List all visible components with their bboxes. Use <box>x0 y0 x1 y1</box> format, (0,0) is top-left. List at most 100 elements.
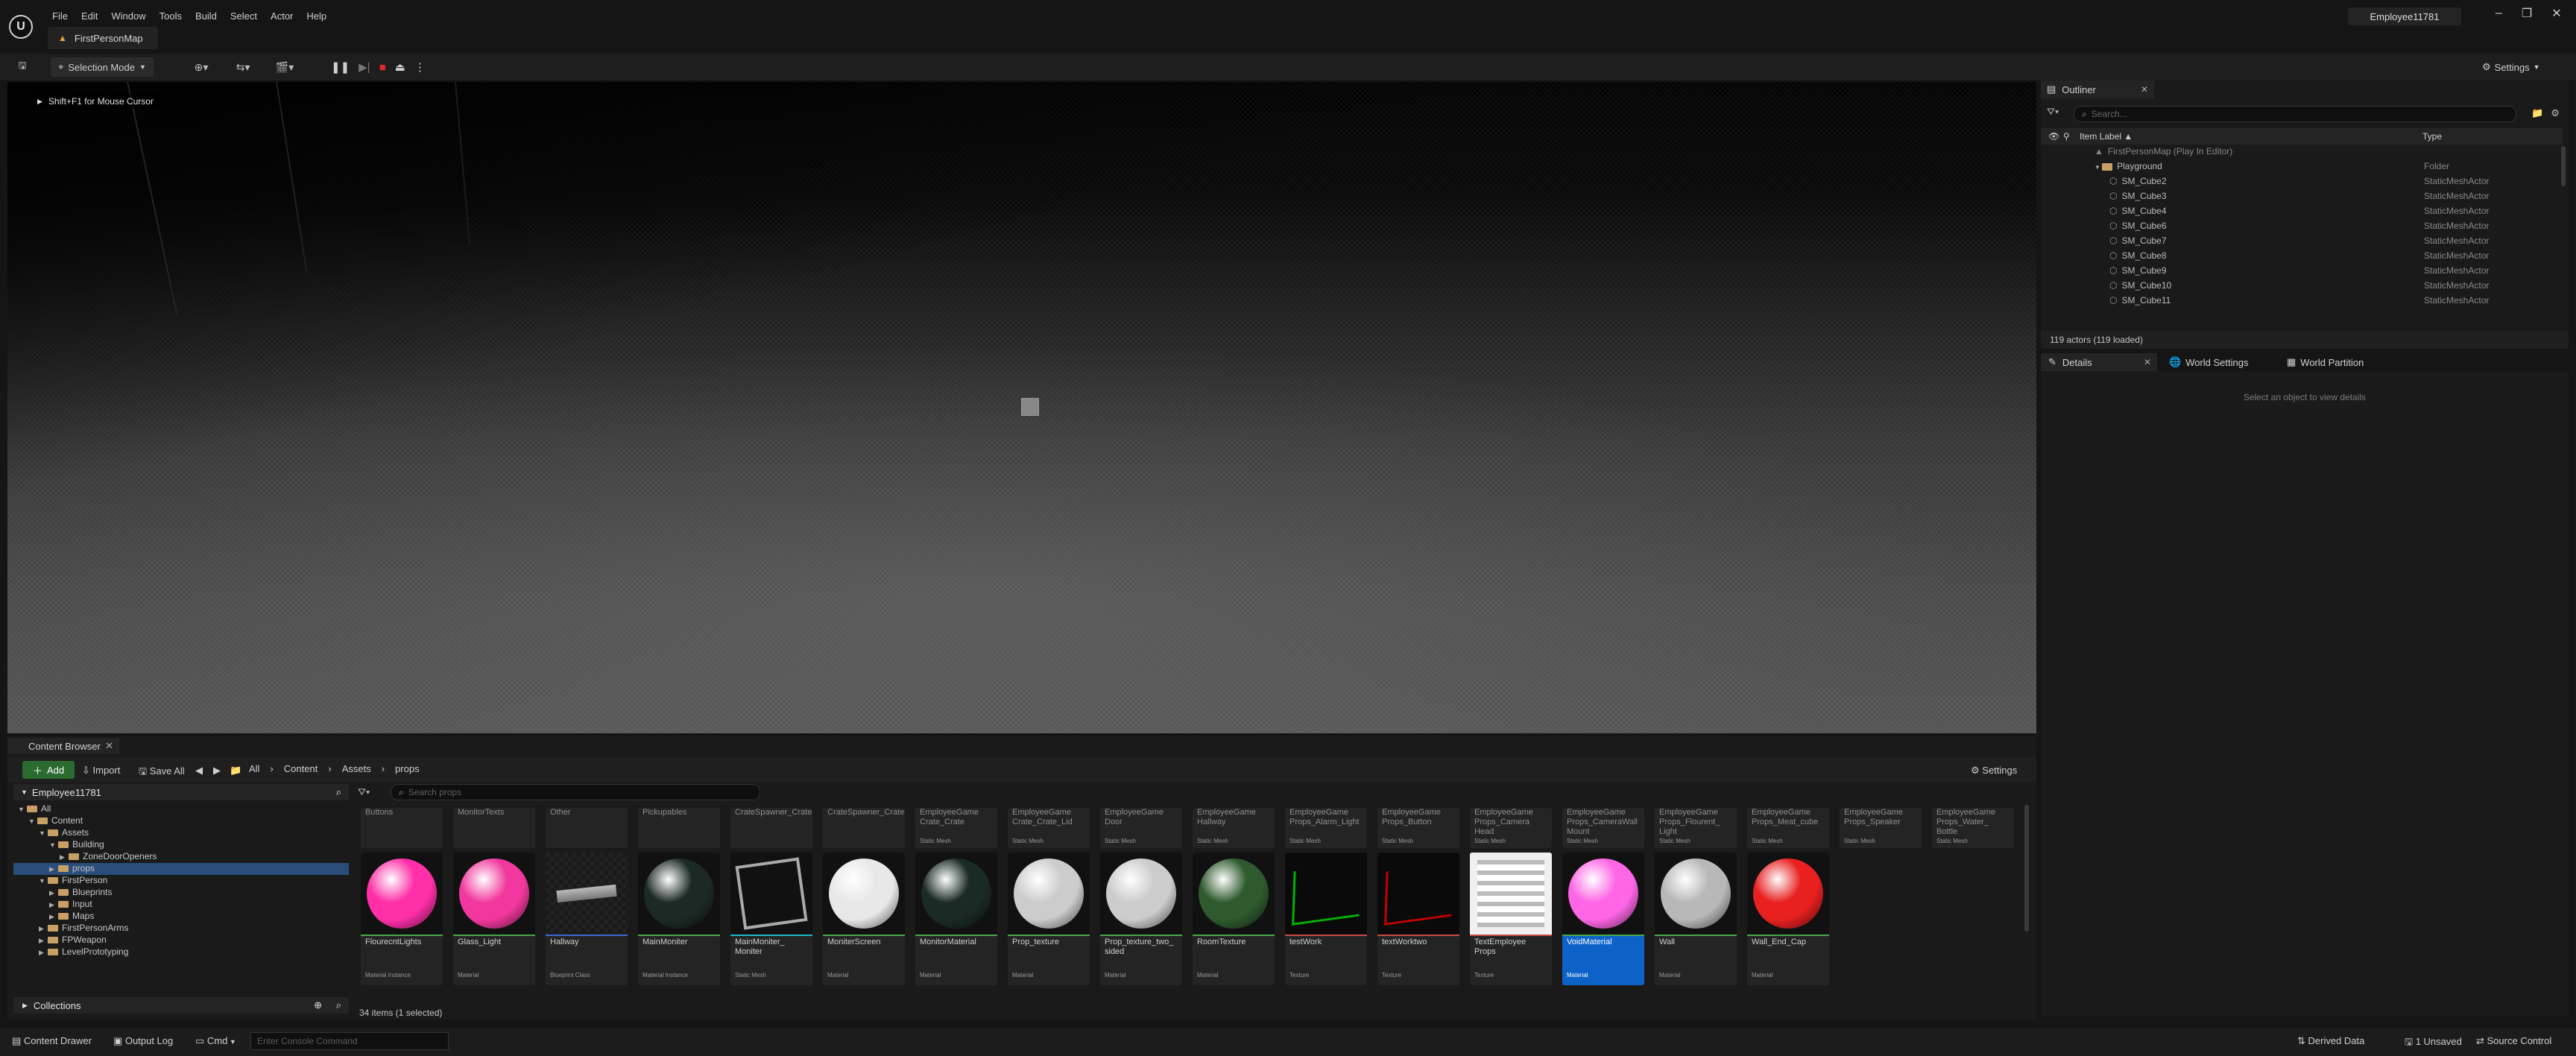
asset-tile[interactable]: Wall_End_Cap Material <box>1747 853 1829 985</box>
menu-item-select[interactable]: Select <box>230 10 257 22</box>
chevron-right-icon[interactable]: › <box>382 763 385 774</box>
asset-tile[interactable]: EmployeeGame Door Static Mesh <box>1100 808 1182 848</box>
asset-tile[interactable]: Wall Material <box>1655 853 1737 985</box>
chevron-right-icon[interactable]: ▶ <box>49 889 58 897</box>
asset-tile[interactable]: EmployeeGame Props_Meat_cube Static Mesh <box>1747 808 1829 848</box>
outliner-row[interactable]: ⬡ SM_Cube8 StaticMeshActor <box>2041 250 2563 265</box>
add-button[interactable]: ＋ Add <box>22 761 75 779</box>
details-tab[interactable]: ✎ Details ✕ <box>2041 353 2157 371</box>
asset-tile[interactable]: TextEmployee Props Texture <box>1470 853 1552 985</box>
eject-icon[interactable]: ⏏ <box>395 60 405 74</box>
breadcrumb-item[interactable]: Assets <box>342 763 371 774</box>
tree-folder-props[interactable]: ▶ props <box>13 863 349 875</box>
save-all-button[interactable]: 🖫 Save All <box>139 765 185 781</box>
outliner-scrollbar[interactable] <box>2561 146 2566 186</box>
outliner-row[interactable]: ▼ Playground Folder <box>2041 161 2563 176</box>
tree-folder-assets[interactable]: ▼ Assets <box>13 827 349 839</box>
asset-tile[interactable]: MoniterScreen Material <box>823 853 905 985</box>
outliner-row[interactable]: ⬡ SM_Cube4 StaticMeshActor <box>2041 206 2563 221</box>
chevron-right-icon[interactable]: ▶ <box>49 901 58 909</box>
close-icon[interactable]: ✕ <box>2141 84 2148 95</box>
world-settings-tab[interactable]: 🌐 World Settings <box>2163 353 2248 371</box>
world-partition-tab[interactable]: ▦ World Partition <box>2281 353 2364 371</box>
asset-tile[interactable]: textWorktwo Texture <box>1377 853 1459 985</box>
asset-scrollbar[interactable] <box>2024 805 2029 932</box>
project-name[interactable]: Employee11781 <box>2348 7 2461 25</box>
outliner-row[interactable]: ⬡ SM_Cube2 StaticMeshActor <box>2041 176 2563 191</box>
cinematics-button[interactable]: 🎬▾ <box>270 57 300 77</box>
outliner-tab[interactable]: ▤ Outliner ✕ <box>2041 80 2154 98</box>
breadcrumb-item[interactable]: All <box>249 763 259 774</box>
filter-icon[interactable]: ⛛▾ <box>2047 106 2059 118</box>
menu-item-build[interactable]: Build <box>195 10 217 22</box>
pause-icon[interactable]: ❚❚ <box>331 60 350 74</box>
asset-tile[interactable]: RoomTexture Material <box>1193 853 1275 985</box>
content-browser-tab[interactable]: Content Browser ✕ <box>7 738 119 754</box>
chevron-down-icon[interactable]: ▼ <box>39 829 48 837</box>
chevron-right-icon[interactable]: › <box>328 763 331 774</box>
tree-folder-firstpersonarms[interactable]: ▶ FirstPersonArms <box>13 923 349 935</box>
menu-item-file[interactable]: File <box>52 10 68 22</box>
menu-item-window[interactable]: Window <box>111 10 145 22</box>
stop-icon[interactable]: ■ <box>379 61 386 74</box>
outliner-row[interactable]: ⬡ SM_Cube10 StaticMeshActor <box>2041 280 2563 295</box>
asset-tile[interactable]: CrateSpawner_CrateSpawner <box>730 808 812 848</box>
pin-icon[interactable]: ⚲ <box>2063 131 2070 142</box>
tree-folder-building[interactable]: ▼ Building <box>13 839 349 851</box>
add-actor-button[interactable]: ⊕▾ <box>186 57 216 77</box>
asset-tile[interactable]: EmployeeGame Hallway Static Mesh <box>1193 808 1275 848</box>
asset-tile[interactable]: MonitorTexts <box>453 808 535 848</box>
close-icon[interactable]: ✕ <box>105 740 113 752</box>
chevron-down-icon[interactable]: ▼ <box>18 806 27 813</box>
chevron-down-icon[interactable]: ▼ <box>49 841 58 849</box>
chevron-right-icon[interactable]: ▶ <box>39 949 48 957</box>
asset-tile[interactable]: Other <box>546 808 628 848</box>
item-label-column[interactable]: Item Label ▲ <box>2080 131 2133 142</box>
tree-folder-input[interactable]: ▶ Input <box>13 899 349 911</box>
asset-tile[interactable]: EmployeeGame Props_Alarm_Light Static Mes… <box>1285 808 1367 848</box>
source-tree-header[interactable]: ▼ Employee11781 ⌕ <box>13 784 349 800</box>
asset-tile[interactable]: Prop_texture_two_ sided Material <box>1100 853 1182 985</box>
asset-tile[interactable]: EmployeeGame Props_CameraWall Mount Stati… <box>1562 808 1644 848</box>
search-icon[interactable]: ⌕ <box>336 999 341 1011</box>
asset-tile[interactable]: VoidMaterial Material <box>1562 853 1644 985</box>
history-forward-icon[interactable]: ▶ <box>213 765 221 777</box>
asset-tile[interactable]: EmployeeGame Props_Water_ Bottle Static M… <box>1932 808 2014 848</box>
menu-item-actor[interactable]: Actor <box>271 10 293 22</box>
chevron-right-icon[interactable]: ▶ <box>60 853 69 861</box>
new-folder-icon[interactable]: 📁 <box>2531 107 2543 119</box>
close-icon[interactable]: ✕ <box>2551 6 2561 21</box>
chevron-right-icon[interactable]: ▶ <box>39 925 48 933</box>
tree-folder-firstperson[interactable]: ▼ FirstPerson <box>13 875 349 887</box>
unsaved-button[interactable]: 🖫 1 Unsaved <box>2405 1035 2462 1052</box>
asset-tile[interactable]: EmployeeGame Props_Camera Head Static Mes… <box>1470 808 1552 848</box>
menu-item-tools[interactable]: Tools <box>160 10 182 22</box>
asset-search-input[interactable]: ⌕ Search props <box>391 784 760 800</box>
selection-mode-dropdown[interactable]: ⌖ Selection Mode ▼ <box>51 57 154 77</box>
chevron-down-icon[interactable]: ▼ <box>39 877 48 885</box>
asset-tile[interactable]: testWork Texture <box>1285 853 1367 985</box>
settings-button[interactable]: ⚙ Settings ▼ <box>2482 57 2540 77</box>
chevron-right-icon[interactable]: ▶ <box>49 865 58 873</box>
menu-item-help[interactable]: Help <box>306 10 326 22</box>
add-collection-icon[interactable]: ⊕ <box>314 999 322 1011</box>
level-viewport[interactable]: ▶ Shift+F1 for Mouse Cursor <box>7 82 2036 733</box>
type-column[interactable]: Type <box>2422 131 2442 142</box>
content-browser-settings-button[interactable]: ⚙ Settings <box>1971 765 2017 777</box>
asset-tile[interactable]: Pickupables <box>638 808 720 848</box>
tree-folder-levelprototyping[interactable]: ▶ LevelPrototyping <box>13 946 349 958</box>
more-options-icon[interactable]: ⋮ <box>414 60 426 74</box>
outliner-row[interactable]: ⬡ SM_Cube6 StaticMeshActor <box>2041 221 2563 235</box>
history-back-icon[interactable]: ◀ <box>195 765 203 777</box>
cmd-dropdown[interactable]: ▭ Cmd ▼ <box>195 1035 236 1047</box>
level-tab[interactable]: ▲ FirstPersonMap <box>48 27 158 49</box>
outliner-search-input[interactable]: ⌕ Search... <box>2074 106 2516 122</box>
chevron-right-icon[interactable]: › <box>270 763 273 774</box>
chevron-right-icon[interactable]: ▶ <box>39 937 48 945</box>
output-log-button[interactable]: ▣ Output Log <box>113 1035 173 1047</box>
chevron-down-icon[interactable]: ▼ <box>28 818 37 825</box>
tree-folder-maps[interactable]: ▶ Maps <box>13 911 349 923</box>
tree-folder-content[interactable]: ▼ Content <box>13 815 349 827</box>
gear-icon[interactable]: ⚙ <box>2551 107 2560 119</box>
asset-tile[interactable]: EmployeeGame Props_Flourent_ Light Static… <box>1655 808 1737 848</box>
